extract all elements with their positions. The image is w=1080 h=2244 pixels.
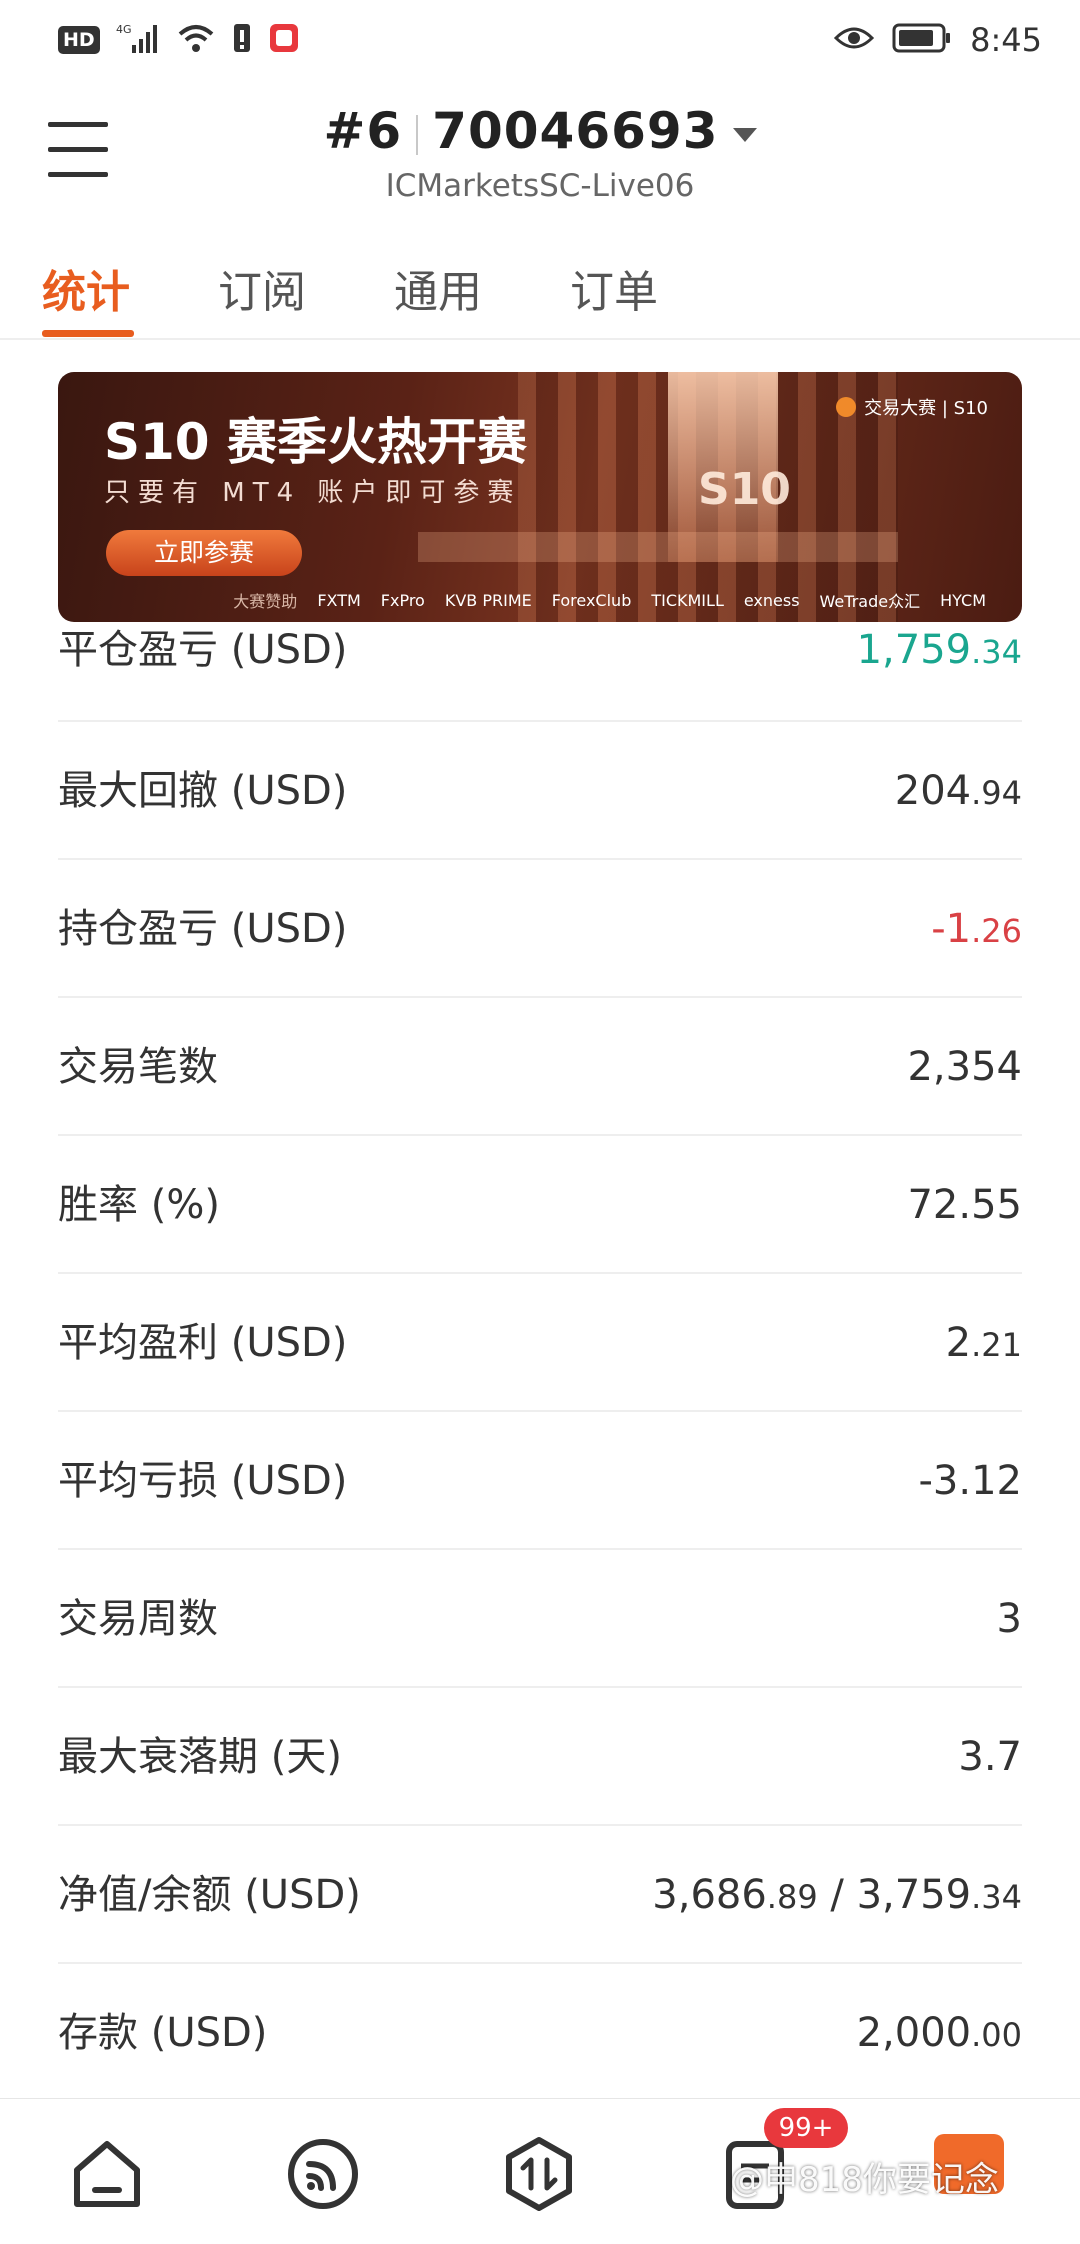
join-contest-button[interactable]: 立即参赛 xyxy=(106,530,302,576)
tab-statistics[interactable]: 统计 xyxy=(42,256,130,320)
stat-label: 平均亏损 (USD) xyxy=(58,1458,348,1504)
stat-value: 3 xyxy=(996,1596,1022,1642)
stat-value: 2.21 xyxy=(945,1320,1022,1366)
sponsor-label: 大赛赞助 xyxy=(233,592,298,611)
stat-value: 204.94 xyxy=(894,768,1022,814)
eye-icon xyxy=(834,24,875,56)
stat-row-trading-weeks: 交易周数 3 xyxy=(58,1550,1022,1688)
stat-label: 平仓盈亏 (USD) xyxy=(58,627,348,673)
account-number: 70046693 xyxy=(432,102,719,160)
sponsor-logo: HYCM xyxy=(940,590,986,610)
stat-value: 3,686.89 / 3,759.34 xyxy=(652,1872,1022,1918)
signal-feed-icon[interactable] xyxy=(278,2129,368,2219)
banner-brand: 交易大赛 | S10 xyxy=(836,394,988,420)
tab-orders[interactable]: 订单 xyxy=(570,256,658,320)
alert-icon xyxy=(232,22,252,58)
sponsor-strip: 大赛赞助 FXTM FxPro KVB PRIME ForexClub TICK… xyxy=(58,578,1022,622)
account-index: #6 xyxy=(323,102,403,160)
stat-value: 2,000.00 xyxy=(856,2010,1022,2056)
notification-badge: 99+ xyxy=(764,2108,848,2148)
stat-row-max-decline-period: 最大衰落期 (天) 3.7 xyxy=(58,1688,1022,1826)
server-name: ICMarketsSC-Live06 xyxy=(385,168,695,204)
tab-subscription[interactable]: 订阅 xyxy=(218,256,306,320)
account-selector[interactable]: #6 70046693 xyxy=(0,102,1080,160)
stat-row-equity-balance: 净值/余额 (USD) 3,686.89 / 3,759.34 xyxy=(58,1826,1022,1964)
sponsor-logo: ForexClub xyxy=(551,590,632,610)
svg-text:4G: 4G xyxy=(116,23,132,36)
stat-label: 胜率 (%) xyxy=(58,1182,220,1228)
stat-row-max-drawdown: 最大回撤 (USD) 204.94 xyxy=(58,722,1022,860)
signal-icon: 4G xyxy=(116,21,160,59)
sponsor-logo: WeTrade众汇 xyxy=(819,592,921,611)
stat-row-avg-profit: 平均盈利 (USD) 2.21 xyxy=(58,1274,1022,1412)
stat-label: 交易周数 xyxy=(58,1596,218,1642)
stat-label: 持仓盈亏 (USD) xyxy=(58,906,348,952)
stat-row-open-pnl: 持仓盈亏 (USD) -1.26 xyxy=(58,860,1022,998)
stat-value: 2,354 xyxy=(907,1044,1022,1090)
banner-season-logo: S10 xyxy=(698,464,791,515)
promo-banner[interactable]: S10 赛季火热开赛 只要有 MT4 账户即可参赛 立即参赛 S10 交易大赛 … xyxy=(58,372,1022,622)
sponsor-logo: exness xyxy=(743,590,800,610)
home-icon[interactable] xyxy=(62,2129,152,2219)
sponsor-logo: TICKMILL xyxy=(651,590,724,610)
stat-value: 72.55 xyxy=(907,1182,1022,1228)
stat-value: 3.7 xyxy=(958,1734,1022,1780)
chevron-down-icon xyxy=(732,127,757,142)
app-header: #6 70046693 ICMarketsSC-Live06 xyxy=(0,80,1080,220)
stat-label: 最大衰落期 (天) xyxy=(58,1734,342,1780)
stat-row-trade-count: 交易笔数 2,354 xyxy=(58,998,1022,1136)
status-left: HD 4G xyxy=(58,20,300,60)
stat-label: 交易笔数 xyxy=(58,1044,218,1090)
app-notification-icon xyxy=(268,22,300,58)
stat-label: 存款 (USD) xyxy=(58,2010,268,2056)
separator xyxy=(416,114,419,155)
status-right: 8:45 xyxy=(834,18,1042,62)
stat-label: 平均盈利 (USD) xyxy=(58,1320,348,1366)
stat-row-win-rate: 胜率 (%) 72.55 xyxy=(58,1136,1022,1274)
active-tab-indicator xyxy=(42,330,134,337)
contest-logo-icon xyxy=(836,397,857,417)
stat-value: 1,759.34 xyxy=(856,627,1022,673)
hd-indicator: HD xyxy=(58,26,100,54)
banner-brand-text: 交易大赛 | S10 xyxy=(864,398,988,419)
sponsor-logo: KVB PRIME xyxy=(444,590,532,610)
stat-row-avg-loss: 平均亏损 (USD) -3.12 xyxy=(58,1412,1022,1550)
clock: 8:45 xyxy=(970,21,1042,59)
tab-general[interactable]: 通用 xyxy=(394,256,482,320)
stat-value: -3.12 xyxy=(918,1458,1023,1504)
sponsor-logo: FxPro xyxy=(380,590,425,610)
status-bar: HD 4G 8:45 xyxy=(0,0,1080,80)
stat-row-closed-pnl: 平仓盈亏 (USD) 1,759.34 xyxy=(58,630,1022,722)
wifi-icon xyxy=(176,22,216,58)
stat-label: 最大回撤 (USD) xyxy=(58,768,348,814)
banner-title: S10 赛季火热开赛 xyxy=(104,413,527,471)
sponsor-logo: FXTM xyxy=(317,590,361,610)
stat-row-deposit: 存款 (USD) 2,000.00 xyxy=(58,1964,1022,2102)
trade-icon[interactable] xyxy=(494,2129,584,2219)
tab-bar: 统计 订阅 通用 订单 xyxy=(0,240,1080,340)
stat-value: -1.26 xyxy=(931,906,1022,952)
stat-label: 净值/余额 (USD) xyxy=(58,1872,361,1918)
watermark: @申818你要记念 xyxy=(730,2160,999,2200)
banner-stage xyxy=(418,532,898,562)
battery-icon xyxy=(892,23,952,57)
banner-subtitle: 只要有 MT4 账户即可参赛 xyxy=(104,478,522,508)
